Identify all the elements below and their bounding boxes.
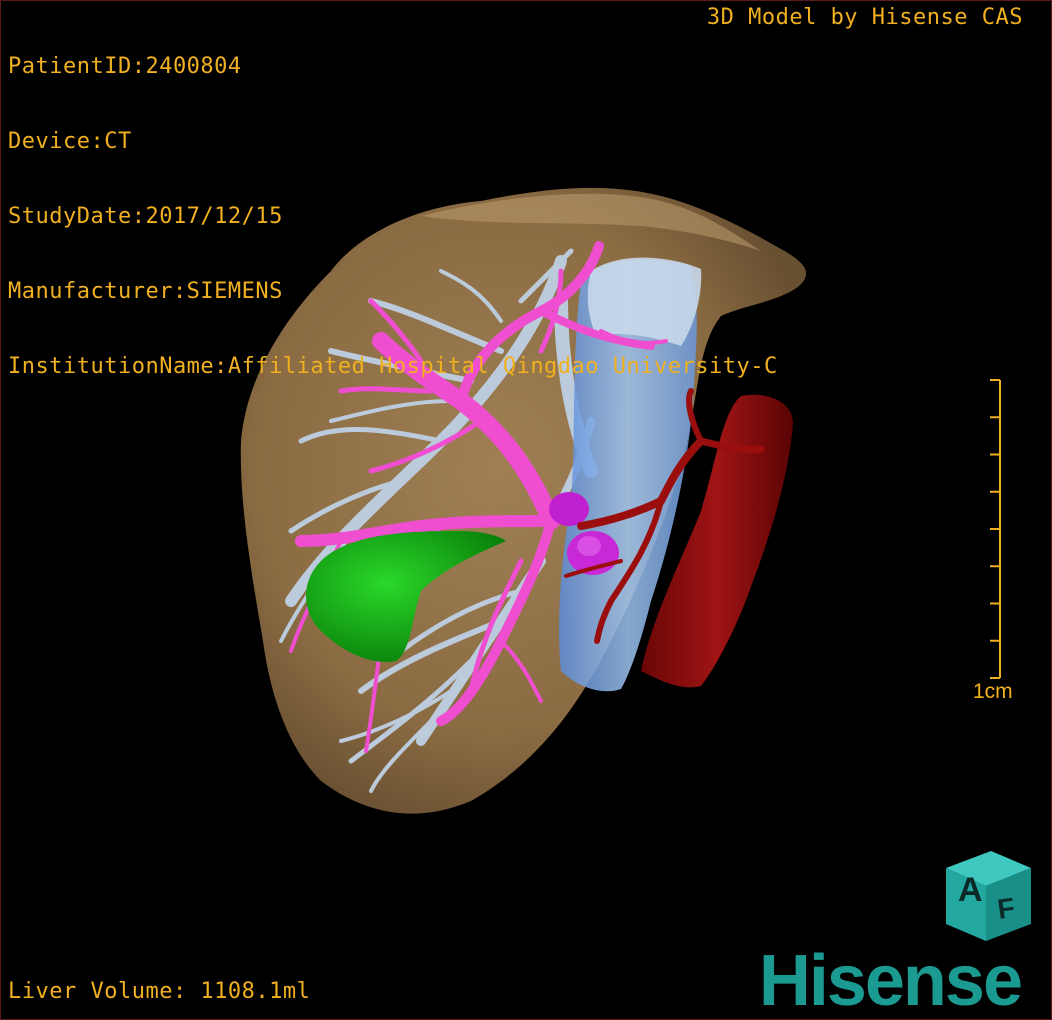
patient-info-panel: PatientID:2400804 Device:CT StudyDate:20… (8, 4, 778, 429)
institution-name: InstitutionName:Affiliated Hospital Qing… (8, 354, 778, 379)
scale-bar (990, 379, 1001, 679)
af-cube-icon[interactable]: A F (936, 846, 1036, 946)
patient-id: PatientID:2400804 (8, 54, 242, 79)
af-cube-letter-a: A (958, 871, 983, 909)
scale-label: 1cm (973, 680, 1013, 703)
manufacturer: Manufacturer:SIEMENS (8, 279, 283, 304)
hisense-logo: Hisense (758, 941, 1023, 1020)
study-date: StudyDate:2017/12/15 (8, 204, 283, 229)
render-viewport[interactable]: PatientID:2400804 Device:CT StudyDate:20… (0, 0, 1052, 1020)
device: Device:CT (8, 129, 132, 154)
liver-volume: Liver Volume: 1108.1ml (8, 979, 311, 1004)
model-credit: 3D Model by Hisense CAS (706, 5, 1023, 30)
